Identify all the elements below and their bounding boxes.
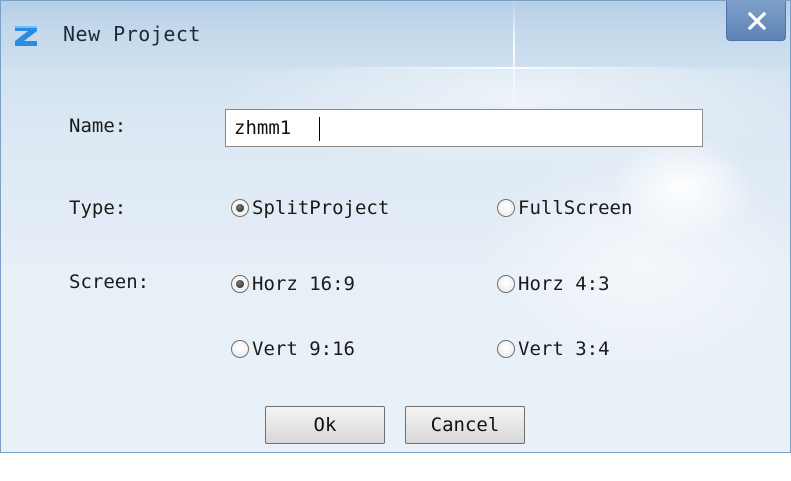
- ok-button[interactable]: Ok: [265, 406, 385, 444]
- screen-radio-horz-16-9[interactable]: Horz 16:9: [231, 269, 355, 299]
- screen-radio-horz-4-3[interactable]: Horz 4:3: [497, 269, 610, 299]
- radio-unchecked-icon: [497, 199, 515, 217]
- window-title: New Project: [63, 22, 201, 46]
- close-x-icon: [747, 11, 767, 31]
- radio-unchecked-icon: [497, 275, 515, 293]
- screen-radio-vert-3-4[interactable]: Vert 3:4: [497, 334, 610, 364]
- light-flare-horizontal: [301, 67, 721, 69]
- close-button[interactable]: [726, 1, 786, 41]
- type-radio-splitproject[interactable]: SplitProject: [231, 193, 389, 223]
- name-input[interactable]: [225, 109, 703, 147]
- new-project-dialog: New Project Name: Type: SplitProject Ful…: [0, 0, 791, 453]
- text-caret: [319, 117, 320, 141]
- radio-label: SplitProject: [252, 197, 390, 219]
- screen-label: Screen:: [69, 271, 150, 293]
- title-bar[interactable]: New Project: [1, 1, 790, 121]
- type-label: Type:: [69, 197, 127, 219]
- type-radio-fullscreen[interactable]: FullScreen: [497, 193, 632, 223]
- cancel-button[interactable]: Cancel: [405, 406, 525, 444]
- radio-unchecked-icon: [497, 340, 515, 358]
- radio-unchecked-icon: [231, 340, 249, 358]
- radio-label: Vert 3:4: [518, 338, 610, 360]
- radio-label: FullScreen: [518, 197, 633, 219]
- radio-checked-icon: [231, 199, 249, 217]
- radio-label: Horz 4:3: [518, 273, 610, 295]
- radio-label: Horz 16:9: [252, 273, 355, 295]
- z-logo-icon: [15, 26, 37, 46]
- screen-radio-vert-9-16[interactable]: Vert 9:16: [231, 334, 355, 364]
- radio-checked-icon: [231, 275, 249, 293]
- name-label: Name:: [69, 115, 127, 137]
- radio-label: Vert 9:16: [252, 338, 355, 360]
- light-flare-vertical: [513, 1, 515, 121]
